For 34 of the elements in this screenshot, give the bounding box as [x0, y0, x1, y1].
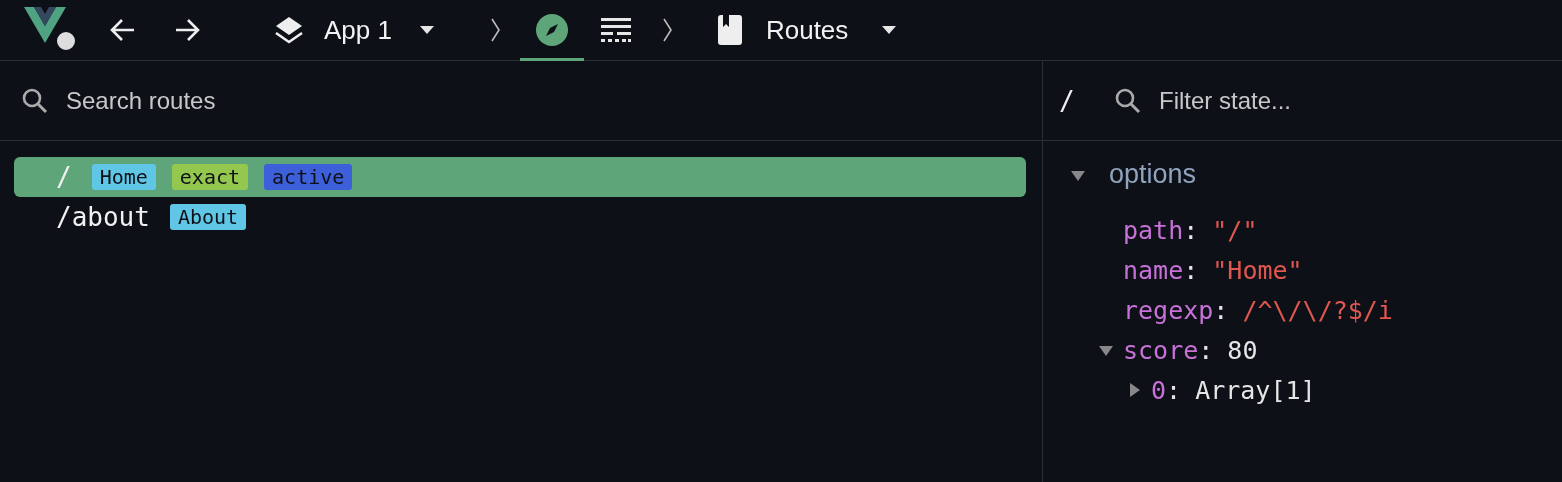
state-entry: 0: Array[1] [1043, 370, 1562, 410]
forward-button[interactable] [174, 18, 200, 42]
forward-arrow-icon [174, 18, 200, 42]
logo-icon [24, 7, 78, 53]
compass-icon [535, 14, 568, 46]
book-icon [717, 15, 742, 45]
route-item[interactable]: /about About [14, 197, 1026, 237]
layers-icon [274, 15, 304, 45]
chevron-icon [661, 18, 672, 42]
app-selector[interactable]: App 1 [274, 14, 434, 46]
expanded-arrow-icon[interactable] [1099, 343, 1113, 357]
search-icon [1115, 87, 1141, 114]
route-tag: About [169, 204, 247, 230]
timeline-icon [600, 18, 631, 42]
search-field[interactable]: Search routes [64, 85, 668, 116]
caret-icon [419, 26, 434, 34]
route-path: / [1059, 85, 1076, 116]
collapsed-arrow-icon[interactable] [1127, 383, 1141, 397]
search-icon [22, 87, 48, 114]
back-arrow-icon [110, 18, 136, 42]
state-entry: score: 80 [1043, 330, 1562, 370]
chevron-icon [489, 18, 500, 42]
route-tag: active [264, 164, 353, 190]
route-item[interactable]: / Home exact active [14, 157, 1026, 197]
back-button[interactable] [110, 18, 136, 42]
section-header[interactable]: options [1071, 159, 1197, 190]
page-selector[interactable]: Routes [717, 14, 897, 46]
state-entry: regexp: /^\/\/?$/i [1122, 294, 1394, 327]
state-entry: name: "Home" [1122, 254, 1304, 287]
filter-field[interactable]: Filter state... [1157, 85, 1461, 116]
route-tag: Home [91, 164, 156, 190]
caret-icon [882, 26, 897, 34]
route-tag: exact [171, 164, 249, 190]
state-entry: path: "/" [1122, 214, 1259, 247]
